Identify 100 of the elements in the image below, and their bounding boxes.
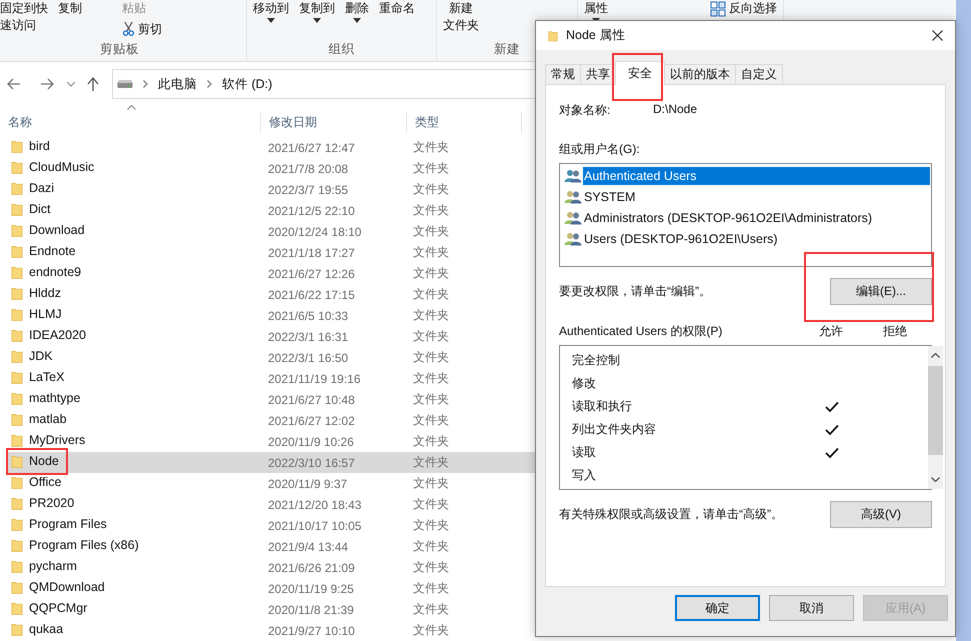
table-cell-text: 2020/11/19 9:25 bbox=[267, 582, 355, 596]
edit-button[interactable]: 编辑(E)... bbox=[830, 278, 932, 305]
file-name: bird bbox=[29, 139, 50, 153]
close-icon[interactable] bbox=[932, 30, 943, 41]
file-row[interactable]: matlab 2021/6/27 12:02 文件夹 bbox=[8, 410, 538, 431]
file-row[interactable]: Office 2020/11/9 9:37 文件夹 bbox=[8, 473, 538, 494]
user-item[interactable]: Administrators (DESKTOP-961O2EI\Administrators) bbox=[583, 208, 874, 226]
file-row[interactable]: Program Files 2021/10/17 10:05 文件夹 bbox=[8, 515, 538, 536]
caret-icon bbox=[313, 18, 321, 23]
column-header[interactable]: 类型 bbox=[407, 111, 522, 133]
file-row[interactable]: Hlddz 2021/6/22 17:15 文件夹 bbox=[8, 284, 538, 305]
permission-name: 列出文件夹内容 bbox=[572, 421, 657, 438]
chevron-down-icon[interactable] bbox=[67, 82, 75, 86]
dialog-button[interactable]: 确定 bbox=[675, 595, 760, 621]
table-cell-text: 文件夹 bbox=[412, 538, 450, 555]
edit-hint: 要更改权限，请单击“编辑”。 bbox=[559, 283, 711, 300]
user-item[interactable]: SYSTEM bbox=[583, 188, 636, 206]
table-cell-text: 2021/6/26 21:09 bbox=[267, 560, 356, 574]
file-name: Node bbox=[29, 454, 59, 468]
table-cell-text: 文件夹 bbox=[412, 349, 450, 366]
file-row[interactable]: QQPCMgr 2020/11/8 21:39 文件夹 bbox=[8, 599, 538, 620]
user-item[interactable]: Authenticated Users bbox=[583, 166, 930, 184]
dialog-button[interactable]: 取消 bbox=[769, 595, 854, 621]
file-row[interactable]: Dict 2021/12/5 22:10 文件夹 bbox=[8, 200, 538, 221]
table-cell-text: 文件夹 bbox=[412, 244, 450, 261]
table-cell-text: 2022/3/1 16:31 bbox=[267, 330, 350, 344]
folder-icon bbox=[11, 516, 23, 532]
ribbon-command[interactable]: 删除 bbox=[345, 0, 369, 23]
file-row[interactable]: Endnote 2021/1/18 17:27 文件夹 bbox=[8, 242, 538, 263]
file-row[interactable]: CloudMusic 2021/7/8 20:08 文件夹 bbox=[8, 158, 538, 179]
file-row[interactable]: bird 2021/6/27 12:47 文件夹 bbox=[8, 137, 538, 158]
breadcrumb[interactable]: 软件 (D:) bbox=[222, 76, 272, 92]
file-row[interactable]: QMDownload 2020/11/19 9:25 文件夹 bbox=[8, 578, 538, 599]
table-cell-text: 文件夹 bbox=[412, 433, 450, 450]
ribbon-command[interactable]: 复制 bbox=[58, 0, 82, 17]
permission-name: 修改 bbox=[572, 375, 597, 392]
file-row[interactable]: pycharm 2021/6/26 21:09 文件夹 bbox=[8, 557, 538, 578]
forward-arrow-icon[interactable] bbox=[40, 78, 54, 90]
user-item[interactable]: Users (DESKTOP-961O2EI\Users) bbox=[583, 230, 779, 248]
ribbon-group-label: 剪贴板 bbox=[99, 41, 140, 58]
table-cell-text: 文件夹 bbox=[412, 412, 450, 429]
tab[interactable]: 自定义 bbox=[735, 64, 783, 84]
up-arrow-icon[interactable] bbox=[87, 77, 99, 91]
ribbon-command[interactable]: 新建 文件夹 bbox=[443, 0, 479, 34]
file-row[interactable]: JDK 2022/3/1 16:50 文件夹 bbox=[8, 347, 538, 368]
folder-icon bbox=[11, 600, 23, 616]
file-row[interactable]: qukaa 2021/9/27 10:10 文件夹 bbox=[8, 620, 538, 641]
scroll-up-icon[interactable] bbox=[931, 353, 940, 358]
file-name: QQPCMgr bbox=[29, 601, 88, 615]
ribbon-command[interactable]: 复制到 bbox=[299, 0, 335, 23]
column-header[interactable]: 修改日期 bbox=[261, 111, 407, 133]
scroll-thumb[interactable] bbox=[928, 366, 943, 455]
file-row[interactable]: PR2020 2021/12/20 18:43 文件夹 bbox=[8, 494, 538, 515]
folder-icon bbox=[11, 474, 23, 490]
users-label: 组或用户名(G): bbox=[559, 141, 641, 158]
file-row[interactable]: Program Files (x86) 2021/9/4 13:44 文件夹 bbox=[8, 536, 538, 557]
users-icon bbox=[564, 168, 582, 182]
back-arrow-icon[interactable] bbox=[7, 78, 21, 90]
scroll-down-icon[interactable] bbox=[931, 477, 940, 482]
ribbon-command[interactable]: 固定到快 速访问 bbox=[0, 0, 48, 34]
tab[interactable]: 常规 bbox=[545, 64, 581, 84]
folder-icon bbox=[11, 244, 23, 258]
file-row[interactable]: Download 2020/12/24 18:10 文件夹 bbox=[8, 221, 538, 242]
grid-icon bbox=[710, 0, 726, 16]
allow-column-label: 允许 bbox=[818, 323, 844, 340]
file-name: JDK bbox=[29, 349, 53, 363]
breadcrumb[interactable]: 此电脑 bbox=[158, 76, 197, 92]
table-cell-text: 2021/12/5 22:10 bbox=[267, 204, 356, 218]
ribbon-command[interactable]: 移动到 bbox=[253, 0, 289, 23]
tab[interactable]: 安全 bbox=[615, 61, 665, 85]
folder-icon bbox=[11, 222, 23, 238]
table-cell-text: 文件夹 bbox=[412, 139, 450, 156]
file-row[interactable]: IDEA2020 2022/3/1 16:31 文件夹 bbox=[8, 326, 538, 347]
file-row[interactable]: endnote9 2021/6/27 12:26 文件夹 bbox=[8, 263, 538, 284]
file-name: HLMJ bbox=[29, 307, 62, 321]
file-row[interactable]: HLMJ 2021/6/5 10:33 文件夹 bbox=[8, 305, 538, 326]
ribbon-command[interactable]: 重命名 bbox=[379, 0, 415, 17]
table-cell-text: 文件夹 bbox=[412, 475, 450, 492]
file-row[interactable]: MyDrivers 2020/11/9 10:26 文件夹 bbox=[8, 431, 538, 452]
file-row[interactable]: LaTeX 2021/11/19 19:16 文件夹 bbox=[8, 368, 538, 389]
folder-icon bbox=[11, 580, 23, 594]
ribbon-command[interactable]: 剪切 bbox=[122, 21, 162, 38]
table-cell-text: 2021/6/27 10:48 bbox=[267, 392, 356, 406]
file-name: MyDrivers bbox=[29, 433, 86, 447]
ribbon-command[interactable]: 反向选择 bbox=[710, 0, 777, 17]
file-name: IDEA2020 bbox=[29, 328, 86, 342]
table-cell-text: 文件夹 bbox=[412, 517, 450, 534]
folder-icon bbox=[11, 390, 23, 406]
file-name: Program Files (x86) bbox=[29, 538, 139, 552]
table-cell-text: 文件夹 bbox=[412, 307, 450, 324]
advanced-button[interactable]: 高级(V) bbox=[830, 501, 932, 528]
table-cell-text: 2020/11/9 9:37 bbox=[267, 476, 348, 490]
file-row[interactable]: mathtype 2021/6/27 10:48 文件夹 bbox=[8, 389, 538, 410]
file-name: pycharm bbox=[29, 559, 77, 573]
scrollbar[interactable] bbox=[928, 346, 943, 489]
file-row[interactable]: Dazi 2022/3/7 19:55 文件夹 bbox=[8, 179, 538, 200]
permission-name: 读取 bbox=[572, 444, 597, 461]
column-header[interactable]: 名称 bbox=[0, 111, 261, 133]
folder-icon bbox=[11, 432, 23, 448]
table-cell-text: 文件夹 bbox=[412, 391, 450, 408]
